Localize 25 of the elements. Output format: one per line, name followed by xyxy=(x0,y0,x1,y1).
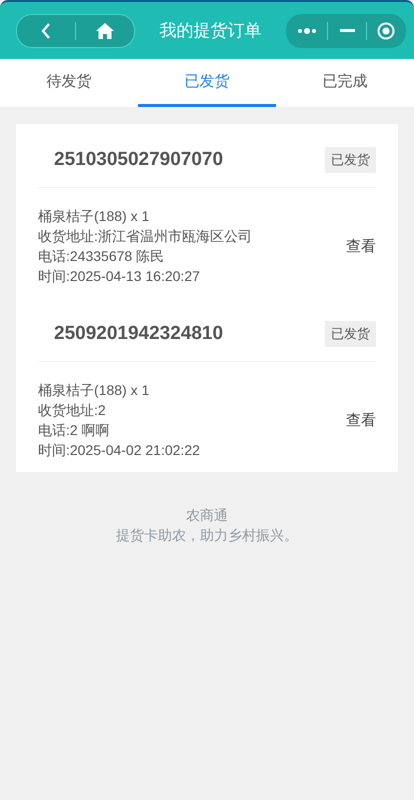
tab[interactable]: 待发货 xyxy=(0,59,138,107)
minimize-icon xyxy=(340,29,354,32)
status-badge: 已发货 xyxy=(325,321,376,347)
target-icon xyxy=(377,22,395,40)
home-icon xyxy=(96,22,114,38)
order-detail: 时间:2025-04-02 21:02:22 xyxy=(38,441,200,460)
order-number: 2510305027907070 xyxy=(54,149,224,171)
view-link[interactable]: 查看 xyxy=(346,410,376,430)
order-detail: 桶泉桔子(188) x 1 xyxy=(38,207,150,226)
order-detail: 收货地址:2 xyxy=(38,401,107,420)
order-number: 2509201942324810 xyxy=(54,323,224,345)
back-icon xyxy=(41,22,51,38)
tab[interactable]: 已完成 xyxy=(276,59,414,107)
order-detail: 桶泉桔子(188) x 1 xyxy=(38,381,150,400)
more-icon xyxy=(297,28,317,34)
order-detail: 收货地址:浙江省温州市瓯海区公司 xyxy=(38,227,252,246)
page-title: 我的提货订单 xyxy=(160,20,262,42)
order-detail: 时间:2025-04-13 16:20:27 xyxy=(38,267,201,286)
view-link[interactable]: 查看 xyxy=(346,236,376,256)
order-detail: 电话:24335678 陈民 xyxy=(38,247,166,266)
order-detail: 电话:2 啊啊 xyxy=(38,421,111,440)
tab[interactable]: 已发货 xyxy=(138,59,276,107)
brand-name: 农商通 xyxy=(186,506,228,524)
slogan: 提货卡助农，助力乡村振兴。 xyxy=(116,526,298,544)
status-badge: 已发货 xyxy=(325,147,376,173)
